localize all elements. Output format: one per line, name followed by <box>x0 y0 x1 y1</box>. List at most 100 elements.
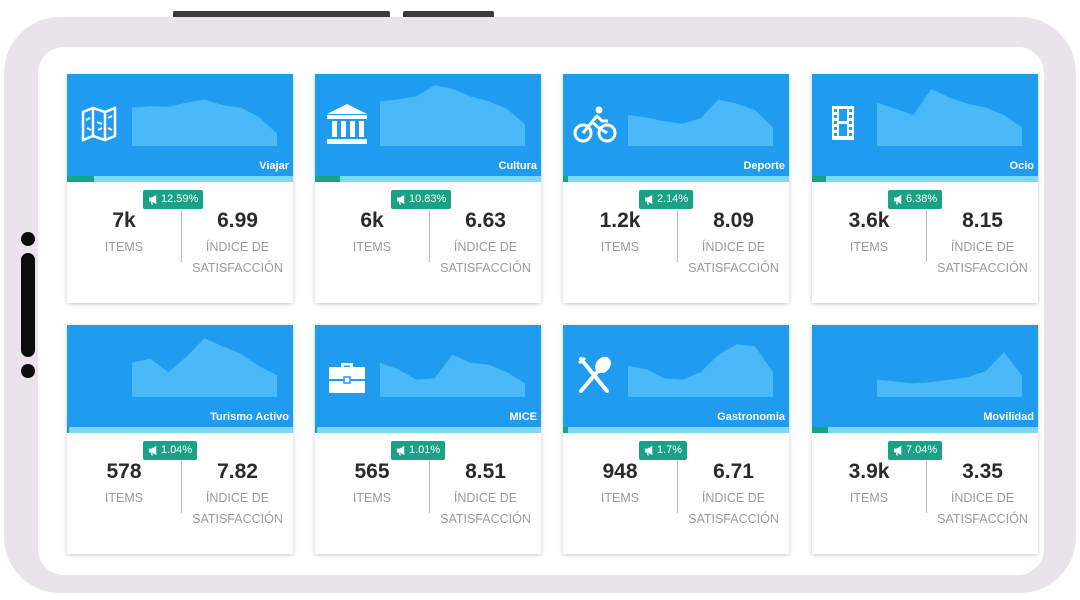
satisfaction-label: ÍNDICE DE SATISFACCIÓN <box>688 491 779 526</box>
badge-value: 1.04% <box>161 444 193 456</box>
category-card-deporte[interactable]: Deporte 2.14% 1.2k ITEMS 8.09 ÍNDICE DE S… <box>563 74 789 303</box>
growth-badge: 12.59% <box>143 190 204 209</box>
items-value: 578 <box>106 460 142 483</box>
museum-icon <box>323 100 371 148</box>
items-label: ITEMS <box>600 491 640 505</box>
items-stat: 3.9k ITEMS <box>812 461 926 509</box>
items-label: ITEMS <box>600 240 640 254</box>
badge-value: 1.7% <box>657 444 683 456</box>
trend-sparkline <box>877 89 1022 146</box>
progress-bar <box>812 427 1038 433</box>
progress-fill <box>812 176 826 182</box>
trend-sparkline <box>132 338 277 397</box>
progress-bar <box>563 427 789 433</box>
cutlery-icon <box>571 351 619 399</box>
card-header: Deporte <box>563 74 789 182</box>
category-label: Viajar <box>259 160 289 172</box>
progress-bar <box>563 176 789 182</box>
megaphone-icon <box>893 194 902 205</box>
progress-fill <box>563 176 568 182</box>
satisfaction-value: 8.09 <box>713 209 754 232</box>
badge-value: 12.59% <box>161 193 199 205</box>
card-header: Viajar <box>67 74 293 182</box>
category-card-movilidad[interactable]: Movilidad 7.04% 3.9k ITEMS 3.35 ÍNDICE D… <box>812 325 1038 554</box>
category-card-mice[interactable]: MICE 1.01% 565 ITEMS 8.51 ÍNDICE DE SATIS… <box>315 325 541 554</box>
satisfaction-stat: 7.82 ÍNDICE DE SATISFACCIÓN <box>182 461 293 530</box>
trend-sparkline <box>380 354 525 397</box>
category-card-gastronomia[interactable]: Gastronomia 1.7% 948 ITEMS 6.71 ÍNDICE D… <box>563 325 789 554</box>
category-label: Deporte <box>743 160 785 172</box>
film-icon <box>820 100 868 148</box>
trend-sparkline <box>628 344 773 397</box>
progress-bar <box>315 427 541 433</box>
briefcase-icon <box>323 351 371 399</box>
megaphone-icon <box>148 194 157 205</box>
growth-badge: 2.14% <box>639 190 694 209</box>
items-value: 3.9k <box>848 460 890 483</box>
badge-value: 7.04% <box>906 444 938 456</box>
progress-fill <box>67 176 95 182</box>
dashboard-screen: Viajar 12.59% 7k ITEMS 6.99 ÍNDICE DE SAT… <box>38 47 1044 575</box>
progress-fill <box>812 427 828 433</box>
device-side-button-bottom <box>21 364 35 378</box>
tablet-frame: Viajar 12.59% 7k ITEMS 6.99 ÍNDICE DE SAT… <box>4 17 1076 593</box>
trend-sparkline <box>380 85 525 146</box>
satisfaction-value: 6.63 <box>465 209 506 232</box>
satisfaction-stat: 6.71 ÍNDICE DE SATISFACCIÓN <box>678 461 789 530</box>
items-stat: 948 ITEMS <box>563 461 677 509</box>
items-value: 3.6k <box>848 209 890 232</box>
satisfaction-label: ÍNDICE DE SATISFACCIÓN <box>937 491 1028 526</box>
badge-value: 10.83% <box>409 193 447 205</box>
megaphone-icon <box>396 445 405 456</box>
satisfaction-value: 6.71 <box>713 460 754 483</box>
satisfaction-value: 6.99 <box>217 209 258 232</box>
badge-value: 6.38% <box>906 193 938 205</box>
category-card-cultura[interactable]: Cultura 10.83% 6k ITEMS 6.63 ÍNDICE DE SA… <box>315 74 541 303</box>
progress-fill <box>315 427 318 433</box>
category-card-viajar[interactable]: Viajar 12.59% 7k ITEMS 6.99 ÍNDICE DE SAT… <box>67 74 293 303</box>
trend-sparkline <box>132 99 277 146</box>
satisfaction-stat: 6.99 ÍNDICE DE SATISFACCIÓN <box>182 210 293 279</box>
satisfaction-stat: 3.35 ÍNDICE DE SATISFACCIÓN <box>927 461 1038 530</box>
progress-bar <box>67 427 293 433</box>
satisfaction-stat: 8.09 ÍNDICE DE SATISFACCIÓN <box>678 210 789 279</box>
items-stat: 565 ITEMS <box>315 461 429 509</box>
category-card-turismo-activo[interactable]: Turismo Activo 1.04% 578 ITEMS 7.82 ÍNDI… <box>67 325 293 554</box>
progress-bar <box>315 176 541 182</box>
satisfaction-label: ÍNDICE DE SATISFACCIÓN <box>192 240 283 275</box>
growth-badge: 1.01% <box>391 441 446 460</box>
items-label: ITEMS <box>849 240 889 254</box>
bicycle-icon <box>571 100 619 148</box>
items-label: ITEMS <box>104 491 144 505</box>
card-header: Ocio <box>812 74 1038 182</box>
category-label: Movilidad <box>983 411 1034 423</box>
satisfaction-label: ÍNDICE DE SATISFACCIÓN <box>192 491 283 526</box>
progress-fill <box>315 176 340 182</box>
items-stat: 7k ITEMS <box>67 210 181 258</box>
satisfaction-value: 8.51 <box>465 460 506 483</box>
items-label: ITEMS <box>352 240 392 254</box>
trend-sparkline <box>628 99 773 146</box>
category-label: Turismo Activo <box>210 411 289 423</box>
category-label: Ocio <box>1009 160 1034 172</box>
satisfaction-stat: 8.15 ÍNDICE DE SATISFACCIÓN <box>927 210 1038 279</box>
megaphone-icon <box>644 445 653 456</box>
satisfaction-stat: 8.51 ÍNDICE DE SATISFACCIÓN <box>430 461 541 530</box>
items-label: ITEMS <box>352 491 392 505</box>
megaphone-icon <box>893 445 902 456</box>
trend-sparkline <box>877 352 1022 397</box>
progress-bar <box>67 176 293 182</box>
items-value: 1.2k <box>599 209 641 232</box>
items-stat: 6k ITEMS <box>315 210 429 258</box>
satisfaction-value: 8.15 <box>962 209 1003 232</box>
card-header: Gastronomia <box>563 325 789 433</box>
card-header: Movilidad <box>812 325 1038 433</box>
growth-badge: 1.7% <box>639 441 688 460</box>
growth-badge: 6.38% <box>888 190 943 209</box>
items-label: ITEMS <box>849 491 889 505</box>
items-value: 6k <box>360 209 384 232</box>
megaphone-icon <box>644 194 653 205</box>
category-card-ocio[interactable]: Ocio 6.38% 3.6k ITEMS 8.15 ÍNDICE DE SATI… <box>812 74 1038 303</box>
progress-fill <box>563 427 568 433</box>
category-icon-empty <box>75 351 123 399</box>
